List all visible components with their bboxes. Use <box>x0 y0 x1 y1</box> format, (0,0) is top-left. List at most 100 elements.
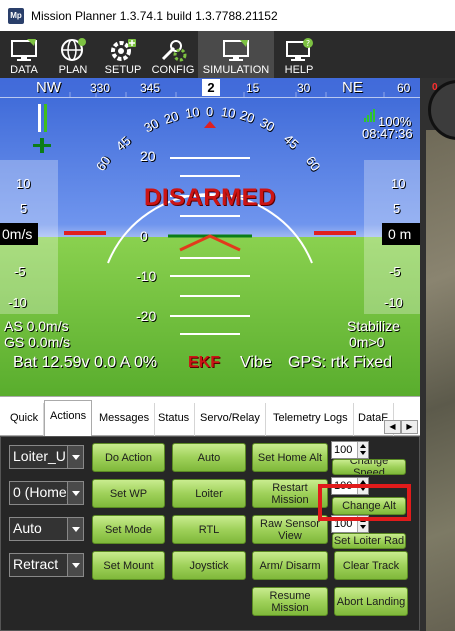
wrench-gear-icon <box>161 40 187 62</box>
ekf-status[interactable]: EKF <box>188 354 220 372</box>
set-mount-button[interactable]: Set Mount <box>92 551 165 580</box>
monitor-sim-icon <box>223 40 249 61</box>
toolbar-setup-button[interactable]: SETUP <box>98 31 148 78</box>
alt-tick: 5 <box>393 201 401 216</box>
airspeed-value: 0m/s <box>0 223 38 245</box>
arm-disarm-label: Arm/ Disarm <box>259 559 321 572</box>
set-mode-button[interactable]: Set Mode <box>92 515 165 544</box>
toolbar-data-button[interactable]: DATA <box>0 31 48 78</box>
aircraft-symbol <box>179 234 241 252</box>
altitude-value: 0 m <box>382 223 420 245</box>
flight-mode: Stabilize <box>347 318 400 334</box>
speed-tick: 10 <box>16 176 31 191</box>
restart-mission-button[interactable]: Restart Mission <box>252 479 328 508</box>
heading-value: 2 <box>202 79 220 96</box>
app-icon: Mp <box>8 7 24 24</box>
clock-time: 08:47:36 <box>362 126 413 141</box>
resume-mission-label: Resume Mission <box>269 589 311 614</box>
toolbar-plan-label: PLAN <box>58 64 88 76</box>
tab-actions[interactable]: Actions <box>44 400 93 437</box>
abort-landing-button[interactable]: Abort Landing <box>334 587 408 616</box>
title-bar: Mp Mission Planner 1.3.74.1 build 1.3.77… <box>0 0 455 31</box>
waypoint-select-value: 0 (Home) <box>13 484 72 500</box>
alt-tick: -10 <box>384 295 403 310</box>
map-view[interactable] <box>426 130 455 631</box>
resume-mission-button[interactable]: Resume Mission <box>252 587 328 616</box>
tab-telemetry-logs[interactable]: Telemetry Logs <box>268 403 354 436</box>
tab-scroll-left-icon[interactable]: ◀ <box>384 420 401 434</box>
speed-input-value: 100 <box>334 444 353 456</box>
action-select-value: Loiter_U <box>13 448 66 464</box>
do-action-button[interactable]: Do Action <box>92 443 165 472</box>
pitch-label: 20 <box>140 148 156 164</box>
toolbar-config-button[interactable]: CONFIG <box>148 31 198 78</box>
waypoint-select[interactable]: 0 (Home) <box>9 481 84 505</box>
toolbar-data-label: DATA <box>10 64 38 76</box>
groundspeed-readout: GS 0.0m/s <box>4 334 71 350</box>
window-title: Mission Planner 1.3.74.1 build 1.3.7788.… <box>31 8 278 23</box>
spinner-arrows-icon[interactable] <box>357 442 368 458</box>
flight-hud[interactable]: NW 330 345 2 15 30 NE 60 60 45 30 20 10 … <box>0 78 420 396</box>
speed-input[interactable]: 100 <box>331 441 369 459</box>
toolbar-simulation-button[interactable]: SIMULATION <box>198 31 274 78</box>
heading-label-30: 30 <box>297 81 311 95</box>
pitch-label: 0 <box>140 228 148 244</box>
chevron-down-icon[interactable] <box>67 446 83 468</box>
restart-mission-label: Restart Mission <box>271 481 309 506</box>
vibe-status[interactable]: Vibe <box>240 354 272 372</box>
speed-tick: -5 <box>14 264 26 279</box>
toolbar-help-button[interactable]: ? HELP <box>274 31 324 78</box>
svg-text:?: ? <box>306 39 310 48</box>
set-home-alt-label: Set Home Alt <box>257 451 323 464</box>
roll-label: 0 <box>206 104 214 119</box>
heading-label-60: 60 <box>397 81 411 95</box>
gps-status: GPS: rtk Fixed <box>288 354 393 371</box>
joystick-button[interactable]: Joystick <box>172 551 246 580</box>
roll-pointer-icon <box>204 121 216 128</box>
pitch-label: -10 <box>136 268 157 284</box>
control-tabs: Quick Actions Messages Status Servo/Rela… <box>0 396 420 437</box>
chevron-down-icon[interactable] <box>67 482 83 504</box>
signal-strength-icon <box>364 109 375 122</box>
mode-select[interactable]: Auto <box>9 517 84 541</box>
change-speed-label: Change Speed <box>349 459 389 475</box>
tab-quick[interactable]: Quick <box>5 403 45 436</box>
auto-label: Auto <box>197 451 221 464</box>
tab-scroll-right-icon[interactable]: ▶ <box>401 420 418 434</box>
tab-status[interactable]: Status <box>153 403 196 436</box>
toolbar-simulation-label: SIMULATION <box>202 64 270 76</box>
waypoint-distance: 0m>0 <box>349 334 385 350</box>
alt-tick: -5 <box>389 264 401 279</box>
clear-track-button[interactable]: Clear Track <box>334 551 408 580</box>
tab-servo-relay[interactable]: Servo/Relay <box>195 403 266 436</box>
action-select[interactable]: Loiter_U <box>9 445 84 469</box>
alt-tick: 10 <box>391 176 406 191</box>
pitch-label: -20 <box>136 308 157 324</box>
set-mount-label: Set Mount <box>103 559 154 572</box>
roll-label: 10 <box>220 104 237 121</box>
set-home-alt-button[interactable]: Set Home Alt <box>252 443 328 472</box>
speed-tick: -10 <box>8 295 27 310</box>
set-wp-button[interactable]: Set WP <box>92 479 165 508</box>
set-loiter-rad-button[interactable]: Set Loiter Rad <box>332 533 406 549</box>
toolbar-plan-button[interactable]: PLAN <box>48 31 98 78</box>
chevron-down-icon[interactable] <box>67 518 83 540</box>
mount-select[interactable]: Retract <box>9 553 84 577</box>
abort-landing-label: Abort Landing <box>336 595 406 608</box>
auto-button[interactable]: Auto <box>172 443 246 472</box>
rtl-button[interactable]: RTL <box>172 515 246 544</box>
mount-select-value: Retract <box>13 556 59 572</box>
set-loiter-rad-label: Set Loiter Rad <box>333 535 405 547</box>
clear-track-label: Clear Track <box>342 559 400 572</box>
raw-sensor-view-label: Raw Sensor View <box>260 517 320 542</box>
arm-disarm-button[interactable]: Arm/ Disarm <box>252 551 328 580</box>
loiter-button[interactable]: Loiter <box>172 479 246 508</box>
tab-scroll-buttons: ◀ ▶ <box>384 420 418 434</box>
raw-sensor-view-button[interactable]: Raw Sensor View <box>252 515 328 544</box>
heading-label-ne: NE <box>342 79 363 96</box>
toolbar-help-label: HELP <box>284 64 314 76</box>
chevron-down-icon[interactable] <box>67 554 83 576</box>
tab-messages[interactable]: Messages <box>94 403 156 436</box>
mission-planner-window: Mp Mission Planner 1.3.74.1 build 1.3.77… <box>0 0 455 631</box>
change-speed-button[interactable]: Change Speed <box>332 459 406 475</box>
